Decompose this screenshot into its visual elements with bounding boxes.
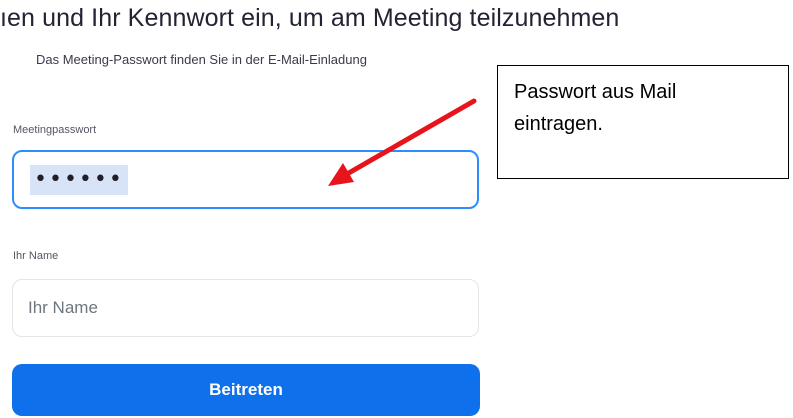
meeting-password-input[interactable]: •••••• [12,150,479,209]
annotation-line-2: eintragen. [514,113,603,135]
name-input[interactable] [12,279,479,337]
page-heading: ıen und Ihr Kennwort ein, um am Meeting … [0,4,620,32]
password-field-label: Meetingpasswort [13,124,97,136]
annotation-line-1: Passwort aus Mail [514,81,677,103]
annotation-callout-box: Passwort aus Mail eintragen. [497,65,789,179]
password-hint-text: Das Meeting-Passwort finden Sie in der E… [36,52,367,67]
password-masked-value: •••••• [30,164,128,195]
join-button[interactable]: Beitreten [12,364,480,416]
name-field-label: Ihr Name [13,250,59,262]
